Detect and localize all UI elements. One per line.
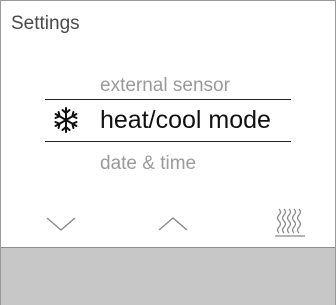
- device-display-frame: Settings external sensor heat/cool mode: [0, 0, 336, 305]
- scroll-up-button[interactable]: [153, 209, 193, 239]
- selected-item-label: heat/cool mode: [100, 106, 271, 134]
- scroll-down-button[interactable]: [41, 209, 81, 239]
- settings-screen: Settings external sensor heat/cool mode: [1, 1, 335, 247]
- menu-item-date-time[interactable]: date & time: [100, 153, 196, 175]
- page-title: Settings: [11, 13, 80, 34]
- chevron-up-icon: [158, 217, 188, 231]
- heating-waves-icon: [275, 208, 305, 237]
- heat-mode-button[interactable]: [270, 205, 310, 239]
- selection-bottom-divider: [45, 141, 291, 142]
- bottom-panel: [1, 247, 335, 305]
- menu-item-selected[interactable]: heat/cool mode: [53, 105, 293, 137]
- snowflake-icon: [54, 107, 78, 133]
- menu-item-external-sensor[interactable]: external sensor: [100, 75, 230, 97]
- selection-top-divider: [45, 99, 291, 100]
- chevron-down-icon: [46, 217, 76, 231]
